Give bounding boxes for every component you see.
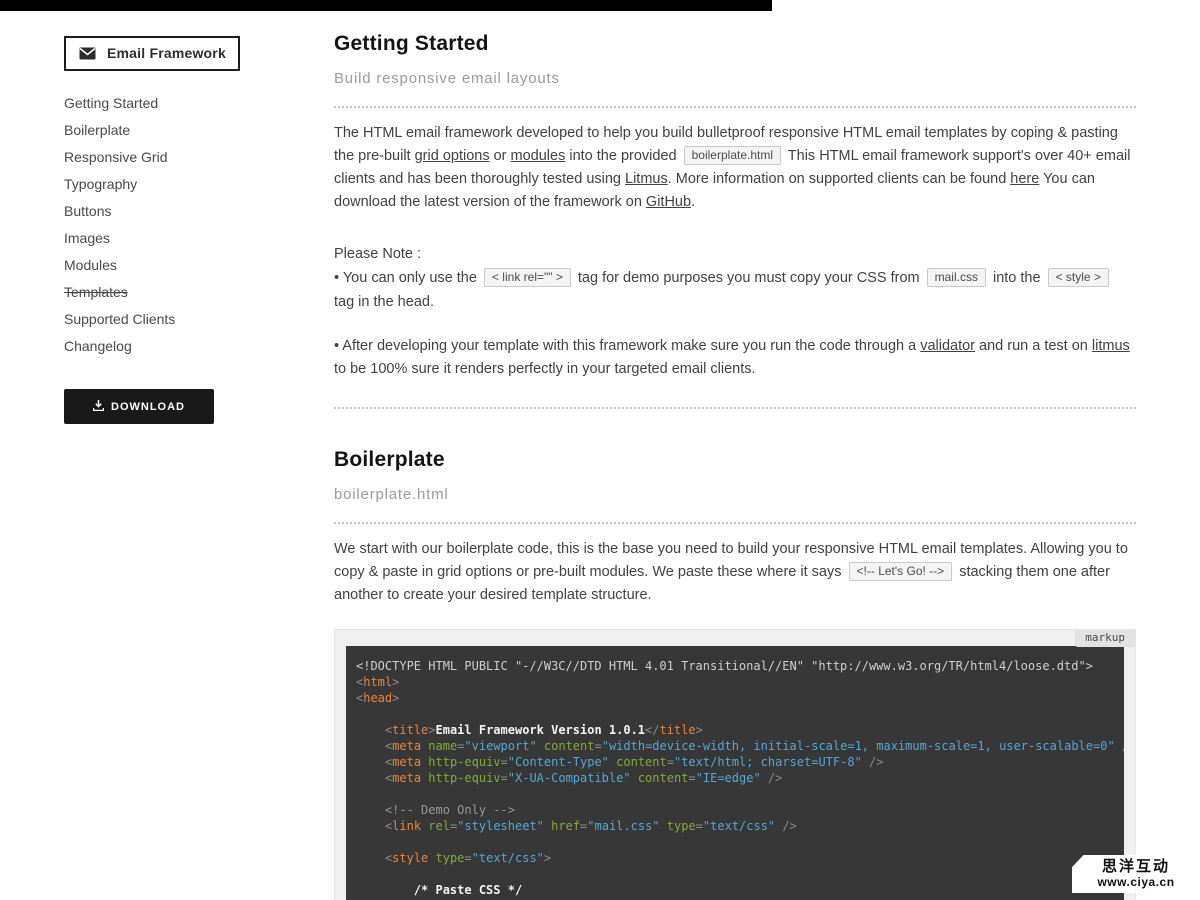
sidebar-nav: Getting StartedBoilerplateResponsive Gri… xyxy=(64,90,264,360)
watermark: 思洋互动 www.ciya.cn xyxy=(1072,855,1200,893)
download-icon xyxy=(93,400,104,414)
code-line: <!-- Demo Only --> xyxy=(356,802,1114,818)
sidebar-item-images[interactable]: Images xyxy=(64,225,264,252)
text-run: . xyxy=(691,194,695,210)
sidebar-item-getting-started[interactable]: Getting Started xyxy=(64,90,264,117)
code-line: <meta name="viewport" content="width=dev… xyxy=(356,738,1114,754)
sidebar: Email Framework Getting StartedBoilerpla… xyxy=(64,36,264,424)
download-button[interactable]: DOWNLOAD xyxy=(64,389,214,424)
text-run: or xyxy=(490,148,511,164)
text-run: into the provided xyxy=(565,148,680,164)
text-link[interactable]: GitHub xyxy=(646,194,691,210)
code-line: <!DOCTYPE HTML PUBLIC "-//W3C//DTD HTML … xyxy=(356,658,1114,674)
text-link[interactable]: modules xyxy=(511,148,566,164)
section-subtitle-getting-started: Build responsive email layouts xyxy=(334,69,1136,89)
text-run: into the xyxy=(989,270,1045,286)
inline-code-chip: boilerplate.html xyxy=(684,146,781,165)
text-run: and run a test on xyxy=(975,338,1092,354)
boilerplate-paragraph: We start with our boilerplate code, this… xyxy=(334,538,1136,607)
code-language-tab: markup xyxy=(1075,630,1135,647)
code-line: <html> xyxy=(356,674,1114,690)
sidebar-item-boilerplate[interactable]: Boilerplate xyxy=(64,117,264,144)
intro-paragraph: The HTML email framework developed to he… xyxy=(334,122,1136,214)
code-content: <!DOCTYPE HTML PUBLIC "-//W3C//DTD HTML … xyxy=(356,658,1114,898)
section-title-getting-started: Getting Started xyxy=(334,33,1136,55)
logo-label: Email Framework xyxy=(107,45,226,61)
text-run: . More information on supported clients … xyxy=(668,171,1011,187)
main-content: Getting Started Build responsive email l… xyxy=(334,0,1136,900)
sidebar-item-templates[interactable]: Templates xyxy=(64,279,264,306)
code-line: <meta http-equiv="X-UA-Compatible" conte… xyxy=(356,770,1114,786)
inline-code-chip: mail.css xyxy=(927,268,986,287)
download-label: DOWNLOAD xyxy=(111,401,185,413)
text-run: to be 100% sure it renders perfectly in … xyxy=(334,361,756,377)
envelope-icon xyxy=(79,47,96,60)
dotted-divider xyxy=(334,522,1136,524)
code-line: <head> xyxy=(356,690,1114,706)
code-line: /* Paste CSS */ xyxy=(356,882,1114,898)
code-block: markup <!DOCTYPE HTML PUBLIC "-//W3C//DT… xyxy=(334,629,1136,900)
inline-code-chip: <!-- Let's Go! --> xyxy=(849,562,953,581)
code-line xyxy=(356,834,1114,850)
section-title-boilerplate: Boilerplate xyxy=(334,449,1136,471)
code-line: <meta http-equiv="Content-Type" content=… xyxy=(356,754,1114,770)
note-paragraph-2: • After developing your template with th… xyxy=(334,335,1136,381)
code-line: <style type="text/css"> xyxy=(356,850,1114,866)
text-link[interactable]: Litmus xyxy=(625,171,668,187)
text-link[interactable]: here xyxy=(1010,171,1039,187)
code-line xyxy=(356,786,1114,802)
logo[interactable]: Email Framework xyxy=(64,36,240,71)
text-run: tag in the head. xyxy=(334,294,434,310)
sidebar-item-typography[interactable]: Typography xyxy=(64,171,264,198)
text-link[interactable]: litmus xyxy=(1092,338,1130,354)
text-link[interactable]: validator xyxy=(920,338,975,354)
section-subtitle-boilerplate: boilerplate.html xyxy=(334,485,1136,505)
sidebar-item-changelog[interactable]: Changelog xyxy=(64,333,264,360)
sidebar-item-buttons[interactable]: Buttons xyxy=(64,198,264,225)
code-line xyxy=(356,706,1114,722)
text-link[interactable]: grid options xyxy=(415,148,490,164)
code-line: <title>Email Framework Version 1.0.1</ti… xyxy=(356,722,1114,738)
inline-code-chip: < link rel="" > xyxy=(484,268,571,287)
sidebar-item-responsive-grid[interactable]: Responsive Grid xyxy=(64,144,264,171)
code-editor-pre[interactable]: <!DOCTYPE HTML PUBLIC "-//W3C//DTD HTML … xyxy=(346,646,1124,900)
watermark-url: www.ciya.cn xyxy=(1072,875,1200,889)
text-run: • After developing your template with th… xyxy=(334,338,920,354)
dotted-divider xyxy=(334,407,1136,409)
sidebar-item-supported-clients[interactable]: Supported Clients xyxy=(64,306,264,333)
text-run: tag for demo purposes you must copy your… xyxy=(574,270,924,286)
watermark-title: 思洋互动 xyxy=(1072,858,1200,875)
dotted-divider xyxy=(334,106,1136,108)
inline-code-chip: < style > xyxy=(1048,268,1109,287)
text-run: • You can only use the xyxy=(334,270,481,286)
please-note-paragraph: Please Note : • You can only use the < li… xyxy=(334,242,1136,314)
sidebar-item-modules[interactable]: Modules xyxy=(64,252,264,279)
text-run: Please Note : xyxy=(334,246,421,262)
code-line: <link rel="stylesheet" href="mail.css" t… xyxy=(356,818,1114,834)
code-line xyxy=(356,866,1114,882)
